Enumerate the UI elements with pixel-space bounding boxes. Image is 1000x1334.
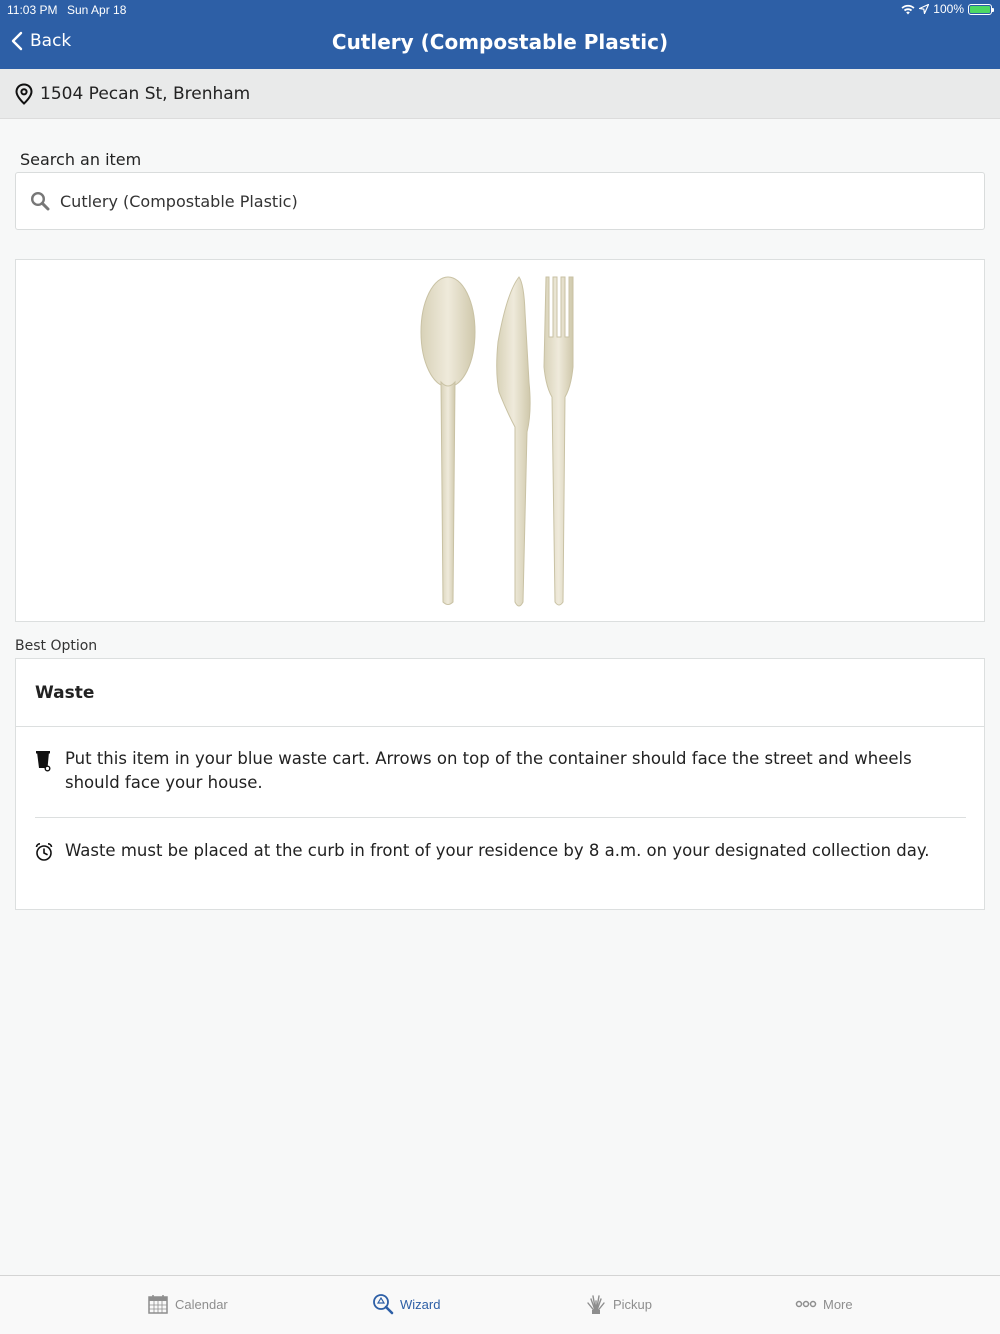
search-label: Search an item (20, 150, 142, 169)
cutlery-image (420, 276, 574, 607)
result-card: Waste Put this item in your blue waste c… (15, 658, 985, 910)
tab-more[interactable]: More (795, 1293, 853, 1315)
fork-shape (543, 276, 574, 606)
more-icon (795, 1300, 817, 1308)
tab-label: Calendar (175, 1296, 228, 1312)
wifi-icon (901, 4, 915, 14)
navigation-bar: 11:03 PM Sun Apr 18 100% Back Cutlery (C… (0, 0, 1000, 69)
pickup-icon (587, 1295, 605, 1314)
instruction-item: Waste must be placed at the curb in fron… (35, 839, 967, 869)
item-image-panel (15, 259, 985, 622)
page-title: Cutlery (Compostable Plastic) (331, 30, 669, 54)
best-option-label: Best Option (15, 638, 98, 654)
battery-icon (968, 3, 994, 15)
tab-bar: Calendar Wizard Pickup More (0, 1275, 1000, 1334)
calendar-icon (148, 1295, 168, 1314)
status-time: 11:03 PM (7, 3, 58, 17)
location-pin-icon (15, 82, 33, 105)
spoon-shape (420, 276, 476, 605)
alarm-clock-icon (35, 839, 53, 869)
tab-label: More (823, 1296, 853, 1312)
search-icon (30, 191, 50, 211)
divider (35, 817, 966, 818)
status-date: Sun Apr 18 (67, 3, 127, 17)
search-field[interactable] (15, 172, 985, 230)
tab-label: Wizard (400, 1296, 441, 1312)
tab-calendar[interactable]: Calendar (147, 1293, 228, 1315)
instruction-text: Put this item in your blue waste cart. A… (65, 749, 912, 792)
knife-shape (496, 276, 531, 607)
instruction-item: Put this item in your blue waste cart. A… (35, 747, 967, 795)
result-category: Waste (16, 659, 984, 727)
battery-percentage: 100% (933, 2, 964, 16)
tab-wizard[interactable]: Wizard (372, 1293, 440, 1315)
tab-pickup[interactable]: Pickup (585, 1293, 652, 1315)
tab-label: Pickup (613, 1296, 653, 1312)
trash-cart-icon (35, 747, 53, 795)
status-bar: 11:03 PM Sun Apr 18 100% (0, 0, 1000, 20)
status-indicators: 100% (901, 2, 994, 16)
recycle-search-icon (373, 1294, 394, 1315)
location-arrow-icon (919, 4, 930, 14)
instruction-text: Waste must be placed at the curb in fron… (65, 841, 930, 860)
search-input[interactable] (60, 191, 940, 211)
address-text: 1504 Pecan St, Brenham (40, 83, 251, 104)
address-bar[interactable]: 1504 Pecan St, Brenham (0, 69, 1000, 119)
